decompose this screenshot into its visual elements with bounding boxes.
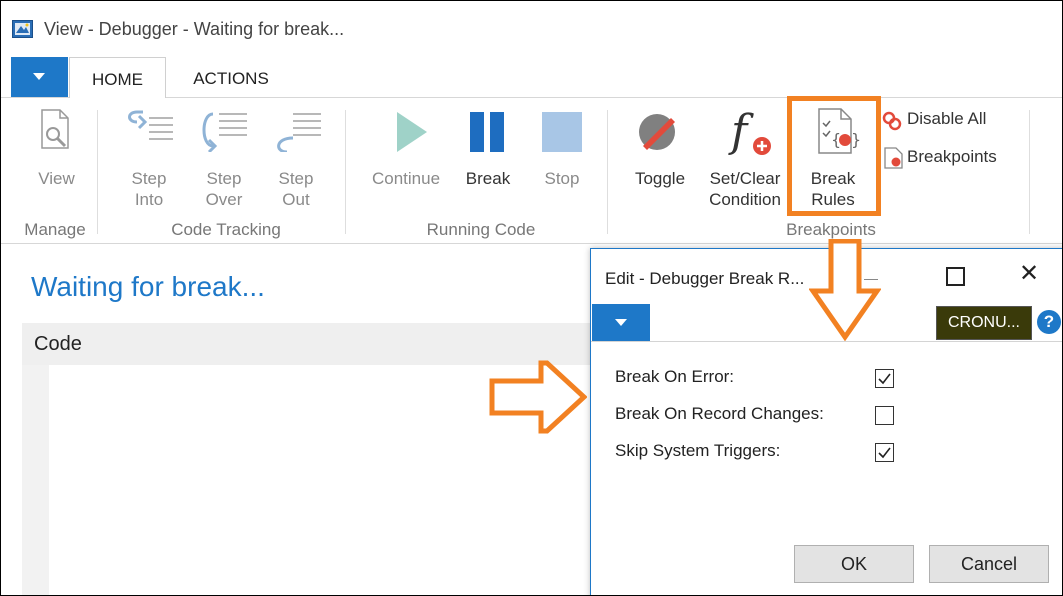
- break-on-error-label: Break On Error:: [615, 367, 735, 386]
- break-on-record-changes-checkbox[interactable]: [875, 406, 894, 425]
- tab-home[interactable]: HOME: [69, 57, 166, 99]
- stop-icon: [542, 112, 582, 152]
- maximize-icon[interactable]: [946, 267, 965, 286]
- page-title: Waiting for break...: [31, 271, 265, 302]
- ribbon: View Step Into Step Over Step Out Code T…: [1, 98, 1062, 244]
- checkmark-icon: [878, 373, 891, 385]
- skip-system-triggers-label: Skip System Triggers:: [615, 441, 781, 460]
- continue-button[interactable]: Continue: [361, 168, 451, 189]
- toggle-button[interactable]: Toggle: [626, 168, 694, 189]
- breakpoints-icon: [884, 147, 903, 169]
- stop-button[interactable]: Stop: [533, 168, 591, 189]
- set-clear-condition-icon: f: [728, 106, 771, 156]
- checkmark-icon: [878, 447, 891, 459]
- continue-icon: [397, 112, 427, 152]
- step-out-icon: [277, 113, 321, 152]
- break-button[interactable]: Break: [459, 168, 517, 189]
- cancel-button[interactable]: Cancel: [929, 545, 1049, 583]
- step-into-icon: [128, 110, 173, 140]
- code-header-label: Code: [34, 333, 82, 355]
- group-code-tracking: Code Tracking: [171, 220, 281, 239]
- disable-all-button[interactable]: Disable All: [907, 108, 986, 129]
- help-icon[interactable]: ?: [1037, 310, 1061, 334]
- view-icon: [41, 109, 69, 149]
- dialog-menu-button[interactable]: [592, 304, 650, 341]
- down-arrow-annotation: [809, 239, 881, 341]
- ok-button[interactable]: OK: [794, 545, 914, 583]
- group-breakpoints: Breakpoints: [786, 220, 876, 239]
- step-out-button[interactable]: Step Out: [266, 168, 326, 210]
- dialog-title: Edit - Debugger Break R...: [605, 269, 805, 288]
- skip-system-triggers-checkbox[interactable]: [875, 443, 894, 462]
- company-badge[interactable]: CRONU...: [936, 306, 1032, 340]
- step-over-button[interactable]: Step Over: [194, 168, 254, 210]
- app-menu-button[interactable]: [11, 57, 68, 97]
- debugger-window: View - Debugger - Waiting for break... H…: [0, 0, 1063, 596]
- view-button[interactable]: View: [29, 168, 84, 189]
- breakpoints-button[interactable]: Breakpoints: [907, 146, 997, 167]
- highlight-box: [787, 96, 881, 216]
- group-manage: Manage: [24, 220, 86, 239]
- group-running-code: Running Code: [426, 220, 536, 239]
- app-icon: [12, 20, 33, 38]
- tab-actions[interactable]: ACTIONS: [171, 57, 291, 97]
- break-icon: [470, 112, 504, 152]
- break-on-record-changes-label: Break On Record Changes:: [615, 404, 824, 423]
- disable-all-icon: [882, 111, 902, 131]
- right-arrow-annotation: [489, 360, 587, 434]
- window-title: View - Debugger - Waiting for break...: [44, 19, 345, 39]
- set-clear-condition-button[interactable]: Set/Clear Condition: [701, 168, 789, 210]
- step-into-button[interactable]: Step Into: [119, 168, 179, 210]
- step-over-icon: [202, 112, 247, 152]
- ribbon-tabs: HOME ACTIONS: [1, 57, 1062, 99]
- title-bar: View - Debugger - Waiting for break...: [1, 1, 1062, 57]
- toggle-breakpoint-icon: [639, 114, 675, 150]
- svg-text:f: f: [728, 106, 754, 156]
- close-icon[interactable]: ✕: [1019, 259, 1039, 288]
- code-gutter: [22, 365, 49, 595]
- break-on-error-checkbox[interactable]: [875, 369, 894, 388]
